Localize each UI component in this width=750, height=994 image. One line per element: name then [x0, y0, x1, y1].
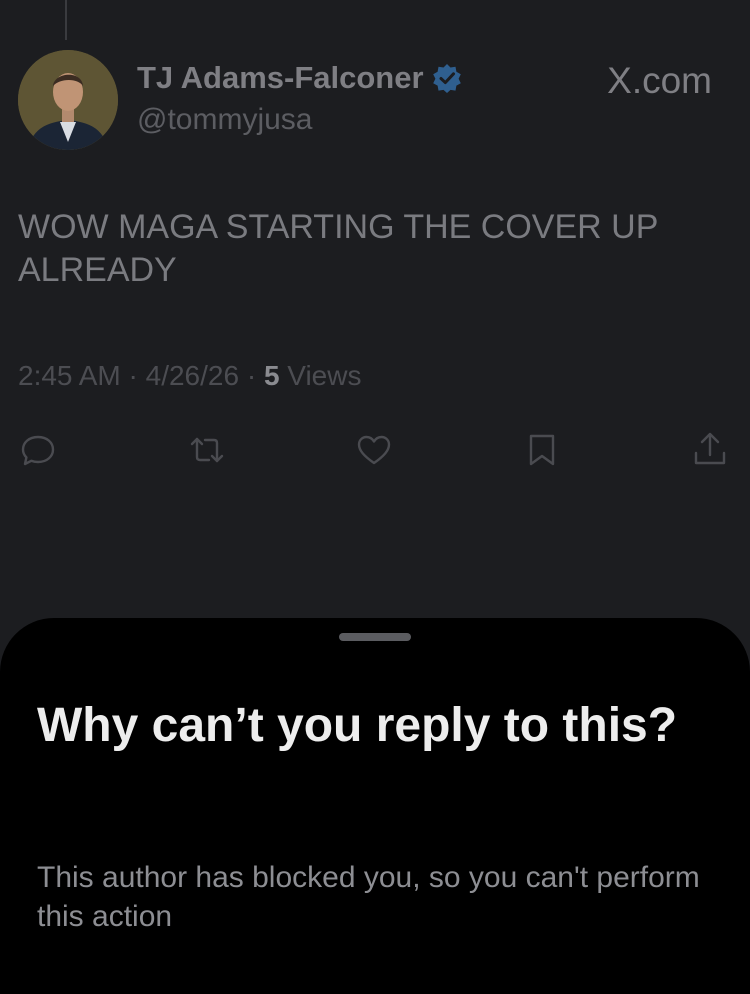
reply-icon[interactable]	[18, 430, 58, 470]
reply-restriction-sheet: Why can’t you reply to this? This author…	[0, 618, 750, 994]
sheet-body: This author has blocked you, so you can'…	[37, 861, 700, 933]
sheet-grabber[interactable]	[339, 633, 411, 641]
thread-line	[65, 0, 67, 40]
author-name-text: TJ Adams-Falconer	[137, 60, 424, 95]
views-label[interactable]: Views	[280, 360, 361, 391]
site-label: X.com	[607, 60, 712, 101]
action-bar	[0, 430, 750, 474]
views-count[interactable]: 5	[264, 360, 280, 391]
share-icon[interactable]	[690, 430, 730, 470]
bookmark-icon[interactable]	[522, 430, 562, 470]
tweet-time[interactable]: 2:45 AM	[18, 360, 121, 391]
retweet-icon[interactable]	[187, 430, 227, 470]
author-name[interactable]: TJ Adams-Falconer	[137, 60, 462, 96]
tweet-meta: 2:45 AM · 4/26/26 · 5 Views	[18, 360, 361, 392]
author-handle[interactable]: @tommyjusa	[137, 103, 313, 137]
meta-separator: ·	[120, 360, 146, 391]
sheet-title: Why can’t you reply to this?	[37, 699, 678, 752]
like-icon[interactable]	[354, 430, 394, 470]
avatar[interactable]	[18, 50, 118, 150]
tweet-text: WOW MAGA STARTING THE COVER UP ALREADY	[18, 208, 658, 289]
tweet-page: TJ Adams-Falconer @tommyjusa X.com WOW M…	[0, 0, 750, 994]
meta-separator: ·	[239, 360, 264, 391]
verified-badge-icon	[432, 63, 462, 93]
tweet-date[interactable]: 4/26/26	[146, 360, 239, 391]
